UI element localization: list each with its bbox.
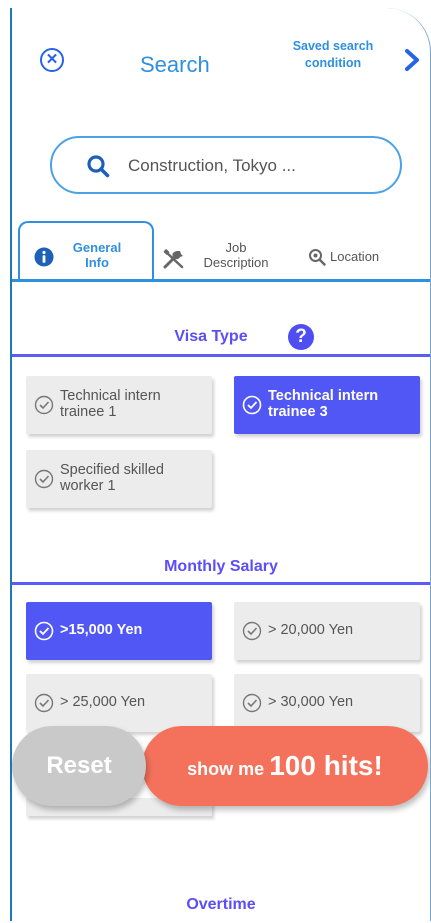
check-circle-icon — [242, 693, 262, 713]
search-panel: ✕ Search Saved search condition General … — [10, 8, 431, 921]
visa-option-label: Technical intern trainee 3 — [268, 388, 414, 420]
tab-general-info-line1: General — [72, 240, 122, 255]
monthly-salary-title: Monthly Salary — [164, 558, 278, 575]
visa-option-specified-skilled[interactable]: Specified skilled worker 1 — [26, 450, 212, 508]
show-hits-button[interactable]: show me 100 hits! — [142, 726, 428, 806]
tab-underline — [12, 279, 430, 282]
visa-option-line1: Specified skilled — [60, 462, 164, 478]
chevron-right-icon[interactable] — [398, 46, 426, 74]
tab-job-description[interactable]: Job Description — [186, 240, 286, 270]
tab-job-description-line2: Description — [203, 255, 269, 270]
search-bar[interactable] — [50, 136, 402, 194]
help-icon[interactable]: ? — [288, 324, 314, 350]
tab-location-label: Location — [330, 249, 380, 264]
section-divider — [12, 582, 430, 585]
visa-option-line2: trainee 1 — [60, 404, 117, 420]
tab-location[interactable]: Location — [330, 249, 420, 264]
tab-general-info-label[interactable]: General Info — [62, 240, 132, 270]
show-hits-count: 100 hits! — [269, 750, 383, 781]
tools-icon — [163, 249, 184, 269]
salary-option-label: > 25,000 Yen — [60, 694, 146, 710]
tab-bar: General Info Job Description Location — [12, 218, 430, 288]
close-icon: ✕ — [45, 51, 59, 68]
reset-button[interactable]: Reset — [12, 726, 146, 806]
location-search-icon — [309, 249, 326, 266]
saved-search-label-line2: condition — [304, 56, 362, 70]
tab-general-info-line2: Info — [85, 255, 109, 270]
visa-option-line2: worker 1 — [60, 478, 116, 494]
salary-option-label: > 30,000 Yen — [268, 694, 354, 710]
info-icon — [34, 247, 54, 267]
show-hits-prefix: show me — [187, 759, 270, 779]
saved-search-label-line1: Saved search — [292, 39, 374, 53]
close-button[interactable]: ✕ — [40, 48, 64, 72]
page-title: Search — [140, 52, 210, 77]
visa-option-1[interactable]: Technical intern trainee 1 — [26, 376, 212, 434]
check-circle-icon — [34, 469, 54, 489]
visa-option-line1: Technical intern — [268, 388, 379, 404]
visa-option-line2: trainee 3 — [268, 404, 328, 420]
check-circle-icon — [34, 395, 54, 415]
check-circle-icon — [34, 621, 54, 641]
header: ✕ Search Saved search condition — [12, 8, 430, 108]
salary-option-25000[interactable]: > 25,000 Yen — [26, 674, 212, 732]
salary-option-label: >15,000 Yen — [60, 622, 143, 638]
visa-option-label: Specified skilled worker 1 — [60, 462, 206, 494]
search-icon — [87, 155, 110, 178]
saved-search-link[interactable]: Saved search condition — [274, 38, 392, 72]
visa-option-3[interactable]: Technical intern trainee 3 — [234, 376, 420, 434]
check-circle-icon — [242, 395, 262, 415]
check-circle-icon — [242, 621, 262, 641]
salary-option-label: > 20,000 Yen — [268, 622, 354, 638]
visa-option-line1: Technical intern — [60, 388, 161, 404]
visa-option-label: Technical intern trainee 1 — [60, 388, 206, 420]
visa-type-title: Visa Type — [174, 328, 248, 345]
salary-option-20000[interactable]: > 20,000 Yen — [234, 602, 420, 660]
salary-option-15000[interactable]: >15,000 Yen — [26, 602, 212, 660]
tab-job-description-line1: Job — [225, 240, 247, 255]
check-circle-icon — [34, 693, 54, 713]
section-divider — [12, 354, 430, 357]
salary-option-30000[interactable]: > 30,000 Yen — [234, 674, 420, 732]
overtime-title: Overtime — [186, 896, 256, 913]
search-input[interactable] — [126, 150, 390, 182]
